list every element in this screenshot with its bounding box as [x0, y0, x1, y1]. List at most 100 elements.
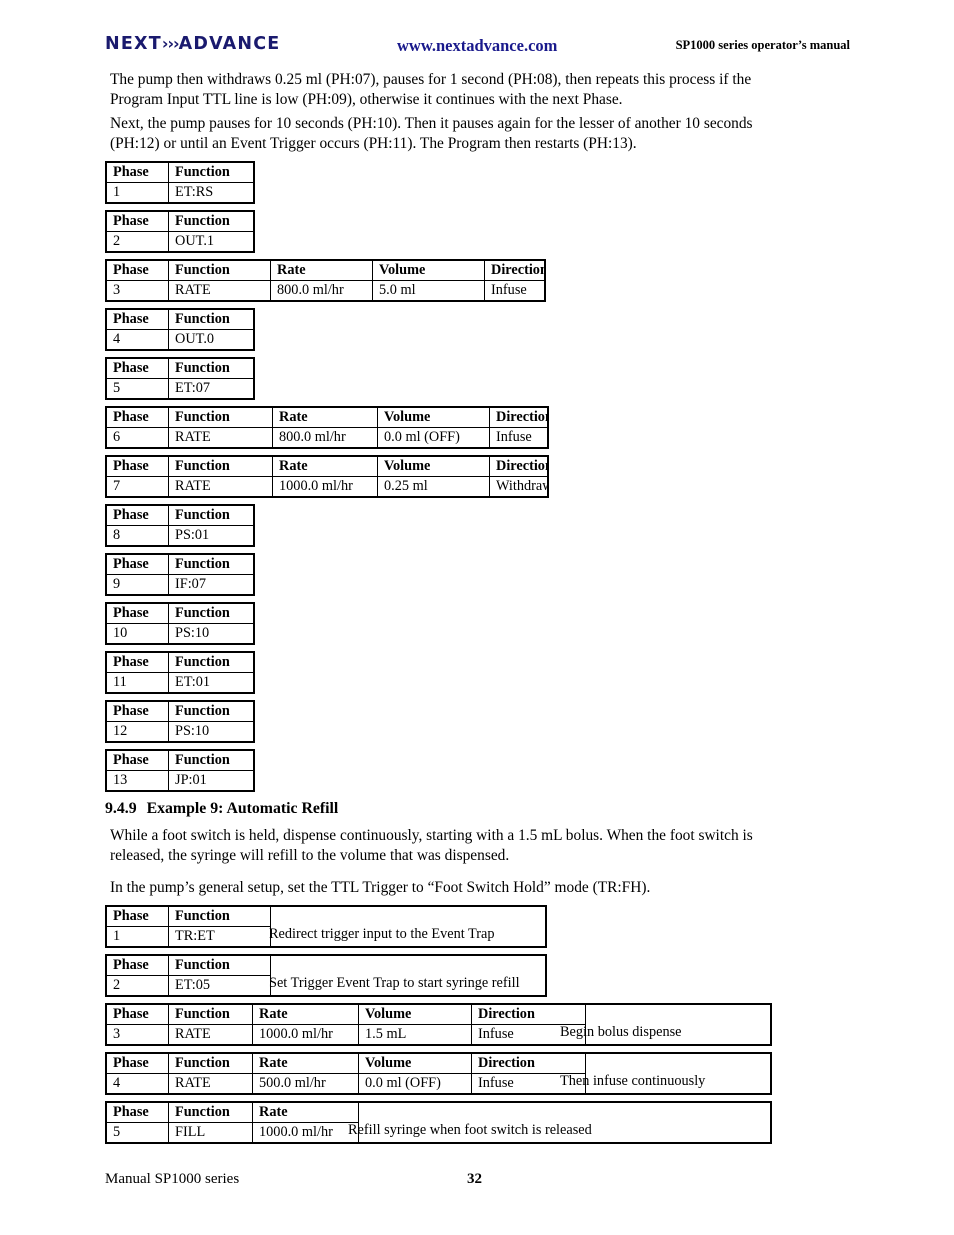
col-header-rate: Rate: [270, 259, 373, 281]
cell-phase: 5: [105, 1122, 169, 1144]
phase-table-10: Phase Function 10 PS:10: [105, 602, 255, 645]
phase-table-9: Phase Function 9 IF:07: [105, 553, 255, 596]
cell-phase: 2: [105, 231, 169, 253]
col-header-function: Function: [168, 1101, 253, 1123]
col-header-function: Function: [168, 210, 255, 232]
cell-phase: 3: [105, 280, 169, 302]
cell-function: OUT.1: [168, 231, 255, 253]
cell-direction: Infuse: [489, 427, 549, 449]
col-header-phase: Phase: [105, 1003, 169, 1025]
cell-function: RATE: [168, 476, 273, 498]
table-header-row: Phase Function: [105, 504, 255, 526]
table-row: 12 PS:10: [105, 721, 255, 743]
cell-function: ET:07: [168, 378, 255, 400]
col-header-function: Function: [168, 504, 255, 526]
table-row: 10 PS:10: [105, 623, 255, 645]
col-header-volume: Volume: [372, 259, 485, 281]
phase-table-2: Phase Function 2 OUT.1: [105, 210, 255, 253]
paragraph-2: Next, the pump pauses for 10 seconds (PH…: [110, 115, 753, 152]
cell-function: JP:01: [168, 770, 255, 792]
table-header-row: Phase Function Rate Volume Direction: [105, 406, 549, 428]
col-header-phase: Phase: [105, 651, 169, 673]
refill-note-4: Then infuse continuously: [560, 1073, 706, 1089]
cell-volume: 0.0 ml (OFF): [358, 1073, 472, 1095]
cell-volume: 0.0 ml (OFF): [377, 427, 490, 449]
col-header-rate: Rate: [252, 1052, 359, 1074]
cell-phase: 13: [105, 770, 169, 792]
paragraph-3: While a foot switch is held, dispense co…: [110, 827, 753, 864]
phase-table-3: Phase Function Rate Volume Direction 3 R…: [105, 259, 546, 302]
col-header-function: Function: [168, 651, 255, 673]
col-header-volume: Volume: [377, 406, 490, 428]
cell-phase: 2: [105, 975, 169, 997]
table-header-row: Phase Function: [105, 749, 255, 771]
table-row: 13 JP:01: [105, 770, 255, 792]
cell-phase: 4: [105, 1073, 169, 1095]
cell-volume: 0.25 ml: [377, 476, 490, 498]
table-row: 11 ET:01: [105, 672, 255, 694]
col-header-volume: Volume: [358, 1003, 472, 1025]
table-row: 9 IF:07: [105, 574, 255, 596]
cell-phase: 1: [105, 926, 169, 948]
cell-function: RATE: [168, 1073, 253, 1095]
phase-table-5: Phase Function 5 ET:07: [105, 357, 255, 400]
cell-phase: 1: [105, 182, 169, 204]
col-header-function: Function: [168, 905, 271, 927]
phase-table-6: Phase Function Rate Volume Direction 6 R…: [105, 406, 549, 449]
col-header-function: Function: [168, 553, 255, 575]
col-header-phase: Phase: [105, 259, 169, 281]
col-header-function: Function: [168, 954, 271, 976]
page-header: NEXT›››ADVANCE www.nextadvance.com SP100…: [105, 33, 850, 57]
col-header-phase: Phase: [105, 954, 169, 976]
col-header-phase: Phase: [105, 1052, 169, 1074]
cell-function: ET:RS: [168, 182, 255, 204]
document-page: NEXT›››ADVANCE www.nextadvance.com SP100…: [0, 0, 954, 1235]
col-header-function: Function: [168, 406, 273, 428]
table-row: 8 PS:01: [105, 525, 255, 547]
table-header-row: Phase Function Rate Volume Direction: [105, 455, 549, 477]
logo-suffix: ADVANCE: [178, 34, 281, 54]
phase-table-1: Phase Function 1 ET:RS: [105, 161, 255, 204]
col-header-function: Function: [168, 308, 255, 330]
footer-page-number: 32: [467, 1171, 482, 1187]
col-header-function: Function: [168, 700, 255, 722]
col-header-phase: Phase: [105, 700, 169, 722]
table-row: 4 OUT.0: [105, 329, 255, 351]
col-header-phase: Phase: [105, 455, 169, 477]
cell-volume: 1.5 mL: [358, 1024, 472, 1046]
table-row: 6 RATE 800.0 ml/hr 0.0 ml (OFF) Infuse: [105, 427, 549, 449]
col-header-phase: Phase: [105, 1101, 169, 1123]
col-header-function: Function: [168, 1003, 253, 1025]
website-url[interactable]: www.nextadvance.com: [397, 36, 557, 56]
cell-phase: 11: [105, 672, 169, 694]
table-row: 5 ET:07: [105, 378, 255, 400]
page-footer: Manual SP1000 series 32: [105, 1171, 850, 1191]
cell-phase: 12: [105, 721, 169, 743]
cell-phase: 8: [105, 525, 169, 547]
table-row: 3 RATE 800.0 ml/hr 5.0 ml Infuse: [105, 280, 546, 302]
col-header-phase: Phase: [105, 553, 169, 575]
col-header-volume: Volume: [377, 455, 490, 477]
section-number: 9.4.9: [105, 800, 137, 817]
cell-phase: 3: [105, 1024, 169, 1046]
phase-table-4: Phase Function 4 OUT.0: [105, 308, 255, 351]
cell-function: FILL: [168, 1122, 253, 1144]
phase-table-12: Phase Function 12 PS:10: [105, 700, 255, 743]
cell-function: RATE: [168, 427, 273, 449]
paragraph-1: The pump then withdraws 0.25 ml (PH:07),…: [110, 71, 752, 108]
col-header-function: Function: [168, 259, 271, 281]
logo-chevrons-icon: ›››: [161, 34, 180, 53]
col-header-function: Function: [168, 1052, 253, 1074]
cell-function: RATE: [168, 1024, 253, 1046]
cell-phase: 5: [105, 378, 169, 400]
cell-rate: 1000.0 ml/hr: [272, 476, 378, 498]
col-header-phase: Phase: [105, 161, 169, 183]
phase-table-13: Phase Function 13 JP:01: [105, 749, 255, 792]
col-header-function: Function: [168, 602, 255, 624]
col-header-phase: Phase: [105, 210, 169, 232]
refill-note-2: Set Trigger Event Trap to start syringe …: [269, 975, 520, 991]
table-row: 1 ET:RS: [105, 182, 255, 204]
col-header-phase: Phase: [105, 905, 169, 927]
phase-table-11: Phase Function 11 ET:01: [105, 651, 255, 694]
col-header-rate: Rate: [272, 406, 378, 428]
